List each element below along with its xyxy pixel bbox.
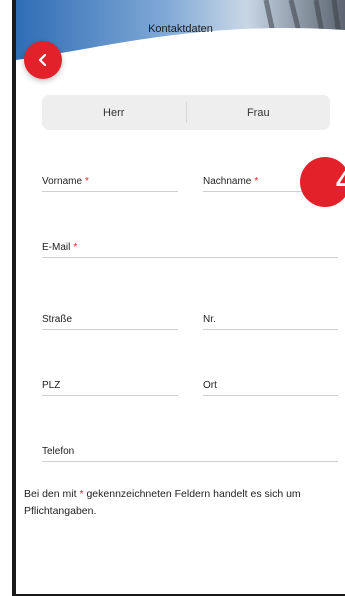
page-title: Kontaktdaten bbox=[148, 23, 213, 35]
step-badge: 4 bbox=[300, 157, 345, 207]
phone-label: Telefon bbox=[42, 446, 75, 457]
salutation-option-herr[interactable]: Herr bbox=[42, 95, 186, 130]
header-background bbox=[16, 0, 345, 95]
street-field[interactable]: Straße bbox=[42, 308, 178, 330]
required-marker: * bbox=[254, 176, 259, 187]
last-name-label: Nachname bbox=[203, 176, 252, 187]
step-number: 4 bbox=[336, 165, 345, 196]
contact-screen: Kontaktdaten Herr Frau Vorname * Nachname… bbox=[0, 0, 345, 596]
required-marker: * bbox=[85, 176, 89, 187]
first-name-field[interactable]: Vorname * bbox=[42, 170, 178, 192]
header-banner: Kontaktdaten bbox=[16, 0, 345, 95]
salutation-segmented-control: Herr Frau bbox=[42, 95, 330, 130]
chevron-left-icon bbox=[38, 53, 47, 67]
postal-code-label: PLZ bbox=[42, 380, 61, 391]
back-button[interactable] bbox=[24, 41, 62, 79]
street-label: Straße bbox=[42, 314, 73, 325]
first-name-label: Vorname bbox=[42, 176, 83, 187]
email-field[interactable]: E-Mail * bbox=[42, 236, 338, 258]
city-field[interactable]: Ort bbox=[203, 374, 338, 396]
house-number-field[interactable]: Nr. bbox=[203, 308, 338, 330]
city-label: Ort bbox=[203, 380, 217, 391]
note-text-start: Bei den mit bbox=[24, 488, 80, 500]
salutation-option-frau[interactable]: Frau bbox=[187, 95, 331, 130]
required-marker: * bbox=[73, 242, 78, 253]
house-number-label: Nr. bbox=[203, 314, 216, 325]
required-fields-note: Bei den mit * gekennzeichneten Feldern h… bbox=[24, 486, 342, 520]
postal-code-field[interactable]: PLZ bbox=[42, 374, 178, 396]
email-label: E-Mail bbox=[42, 242, 71, 253]
phone-field[interactable]: Telefon bbox=[42, 440, 338, 462]
